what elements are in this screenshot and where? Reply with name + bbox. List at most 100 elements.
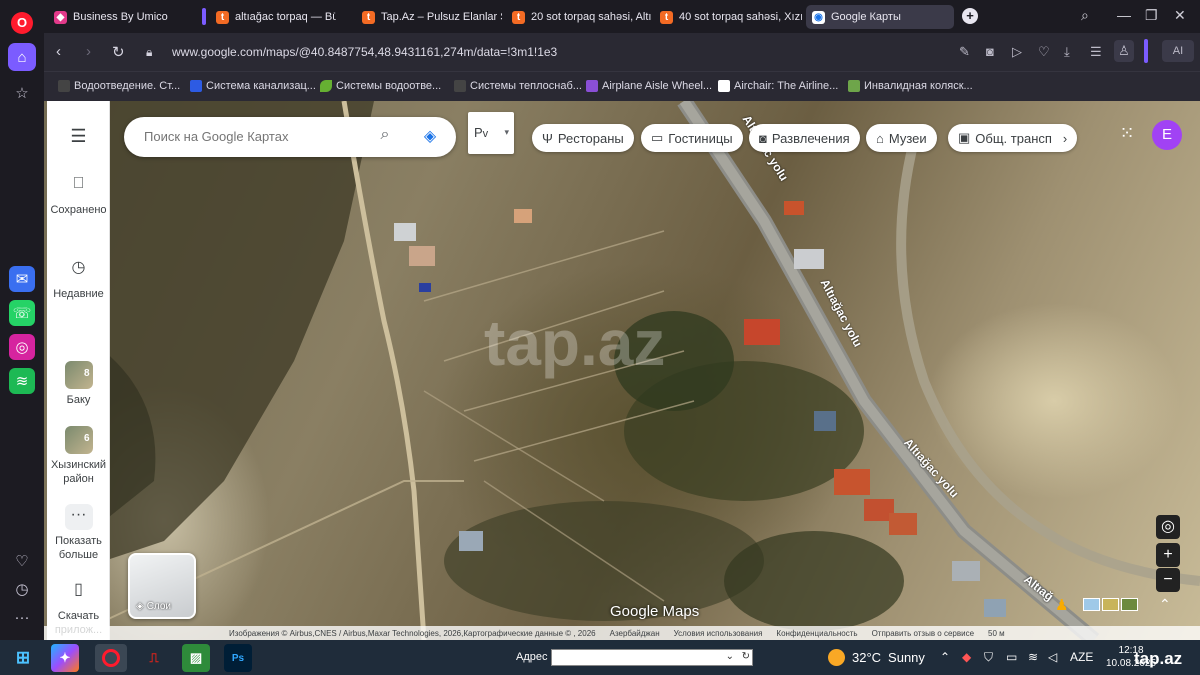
terms-link[interactable]: Условия использования (674, 629, 763, 638)
map-type-thumbnails[interactable] (1083, 598, 1138, 611)
shield-icon[interactable]: ⛉ (984, 650, 993, 665)
weather-widget[interactable]: 32°C Sunny (828, 649, 925, 666)
chip-museums[interactable]: ⌂ Музеи (866, 124, 937, 152)
chip-entertainment[interactable]: ◙ Развлечения (749, 124, 860, 152)
url-field[interactable]: www.google.com/maps/@40.8487754,48.94311… (172, 45, 557, 59)
map-thumb[interactable] (1083, 598, 1100, 611)
layers-icon: ◈ (136, 601, 144, 612)
chip-hotels[interactable]: ▭ Гостиницы (641, 124, 743, 152)
wifi-icon[interactable]: ≋ (1028, 650, 1038, 664)
bookmark-item[interactable]: Системы водоотве... (320, 80, 441, 92)
bookmark-heart-icon[interactable]: ♡ (1038, 44, 1050, 60)
spotify-icon[interactable]: ≋ (9, 368, 35, 394)
bookmark-item[interactable]: Инвалидная коляск... (848, 80, 973, 92)
refresh-icon[interactable]: ↻ (742, 651, 750, 662)
scale-label[interactable]: 50 м (988, 629, 1005, 638)
region-link[interactable]: Азербайджан (610, 629, 660, 638)
camera-icon: ◙ (759, 130, 767, 146)
tab-altiagac[interactable]: t altıağac torpaq — Bütün İ (210, 5, 336, 29)
tab-umico[interactable]: ◆ Business By Umico (48, 5, 194, 29)
aria-ai-button[interactable]: AI (1162, 40, 1194, 62)
satellite-map[interactable]: Altıağac yolu Altıağac yolu Altıağac yol… (44, 101, 1200, 640)
bookmark-item[interactable]: Системы теплоснаб... (454, 80, 582, 92)
pinboard-icon[interactable]: ☆ (8, 79, 36, 107)
restore-icon[interactable]: ❐ (1145, 7, 1158, 24)
back-icon[interactable]: ‹ (56, 43, 61, 60)
search-input[interactable] (144, 129, 364, 144)
zoom-in-button[interactable]: + (1156, 543, 1180, 567)
avatar[interactable]: E (1152, 120, 1182, 150)
google-apps-icon[interactable]: ⁙ (1115, 123, 1139, 147)
forward-icon[interactable]: › (86, 43, 91, 60)
download-icon[interactable]: ⤓ (1064, 44, 1070, 60)
tab-20-sot[interactable]: t 20 sot torpaq sahəsi, Altıa (506, 5, 652, 29)
zoom-out-button[interactable]: − (1156, 568, 1180, 592)
camera-icon[interactable]: ◙ (986, 44, 994, 59)
chip-restaurants[interactable]: Ψ Рестораны (532, 124, 634, 152)
bookmark-item[interactable]: Система канализац... (190, 80, 316, 92)
tab-google-maps[interactable]: ◉ Google Карты (806, 5, 954, 29)
copilot-icon[interactable]: ✦ (51, 644, 79, 672)
battery-icon[interactable]: ▭ (1006, 650, 1017, 664)
recent-place-khizi[interactable]: 6 Хызинский район (47, 426, 110, 486)
opera-taskbar-icon[interactable] (95, 644, 127, 672)
sidebar-toggle-icon[interactable] (1144, 39, 1148, 63)
acrobat-icon[interactable]: ⎍ (140, 644, 168, 672)
tab-tapaz[interactable]: t Tap.Az – Pulsuz Elanlar Say (356, 5, 502, 29)
tray-overflow-icon[interactable]: ⌃ (940, 650, 950, 664)
reload-icon[interactable]: ↻ (112, 43, 125, 61)
bookmark-item[interactable]: Airplane Aisle Wheel... (586, 80, 712, 92)
send-icon[interactable]: ▷ (1012, 44, 1022, 60)
show-more-button[interactable]: ··· Показать больше (47, 504, 110, 562)
home-icon[interactable]: ⌂ (8, 43, 36, 71)
antivirus-icon[interactable]: ◆ (962, 650, 971, 664)
whatsapp-icon[interactable]: ☏ (9, 300, 35, 326)
directions-icon[interactable]: ◈ (419, 126, 441, 148)
windows-start-icon[interactable]: ⊞ (9, 644, 37, 672)
satellite-thumb[interactable] (1121, 598, 1138, 611)
pegman-icon[interactable]: ♟ (1055, 596, 1071, 618)
expand-icon[interactable]: ⌃ (1159, 596, 1171, 613)
more-icon[interactable]: ··· (8, 603, 36, 631)
close-window-icon[interactable]: ✕ (1174, 7, 1186, 24)
messenger-icon[interactable]: ✉ (9, 266, 35, 292)
google-maps-icon: ◉ (812, 10, 825, 24)
photoshop-icon[interactable]: Ps (224, 644, 252, 672)
tab-40-sot[interactable]: t 40 sot torpaq sahəsi, Xızı r (654, 5, 802, 29)
bookmark-item[interactable]: Airchair: The Airline... (718, 80, 838, 92)
chevron-down-icon[interactable]: ⌄ (726, 651, 734, 662)
terrain-thumb[interactable] (1102, 598, 1119, 611)
tapaz-icon: t (216, 10, 229, 24)
privacy-link[interactable]: Конфиденциальность (776, 629, 857, 638)
bookmark-label: Инвалидная коляск... (864, 80, 973, 92)
instagram-icon[interactable]: ◎ (9, 334, 35, 360)
bookmark-item[interactable]: Водоотведение. Ст... (58, 80, 180, 92)
saved-button[interactable]: ⎕ Сохранено (47, 176, 110, 217)
chip-label: Развлечения (771, 130, 850, 146)
address-toolbar-input[interactable]: ⌄ ↻ (551, 649, 753, 666)
chevron-right-icon[interactable]: › (1063, 131, 1067, 146)
opera-logo-icon[interactable]: O (11, 12, 33, 34)
chip-transit[interactable]: ▣ Общ. трансп › (948, 124, 1078, 152)
search-tabs-icon[interactable]: ⌕ (1081, 7, 1089, 24)
bed-icon: ▭ (651, 130, 664, 145)
recent-place-baku[interactable]: 8 Баку (47, 361, 110, 407)
gallery-icon[interactable]: ▨ (182, 644, 210, 672)
layers-button[interactable]: ◈ Слои (128, 553, 196, 619)
recent-button[interactable]: ◷ Недавние (47, 260, 110, 301)
search-icon[interactable]: ⌕ (374, 126, 396, 148)
heart-icon[interactable]: ♡ (8, 547, 36, 575)
input-language[interactable]: AZE (1070, 650, 1093, 664)
feedback-link[interactable]: Отправить отзыв о сервисе (872, 629, 974, 638)
profile-icon[interactable]: ♙ (1114, 40, 1134, 62)
history-icon[interactable]: ◷ (8, 575, 36, 603)
easy-setup-icon[interactable]: ☰ (1090, 44, 1102, 60)
opera-sidebar: O ⌂ ☆ ✉ ☏ ◎ ≋ ♡ ◷ ··· (0, 0, 44, 640)
menu-icon[interactable]: ☰ (47, 127, 110, 145)
my-location-icon[interactable]: ◎ (1156, 515, 1180, 539)
minimize-icon[interactable]: — (1117, 7, 1131, 23)
new-tab-button[interactable]: + (962, 8, 978, 24)
language-dropdown[interactable]: Рv ▾ (468, 112, 514, 154)
volume-icon[interactable]: ◁ (1048, 650, 1057, 664)
edit-icon[interactable]: ✎ (959, 44, 970, 60)
